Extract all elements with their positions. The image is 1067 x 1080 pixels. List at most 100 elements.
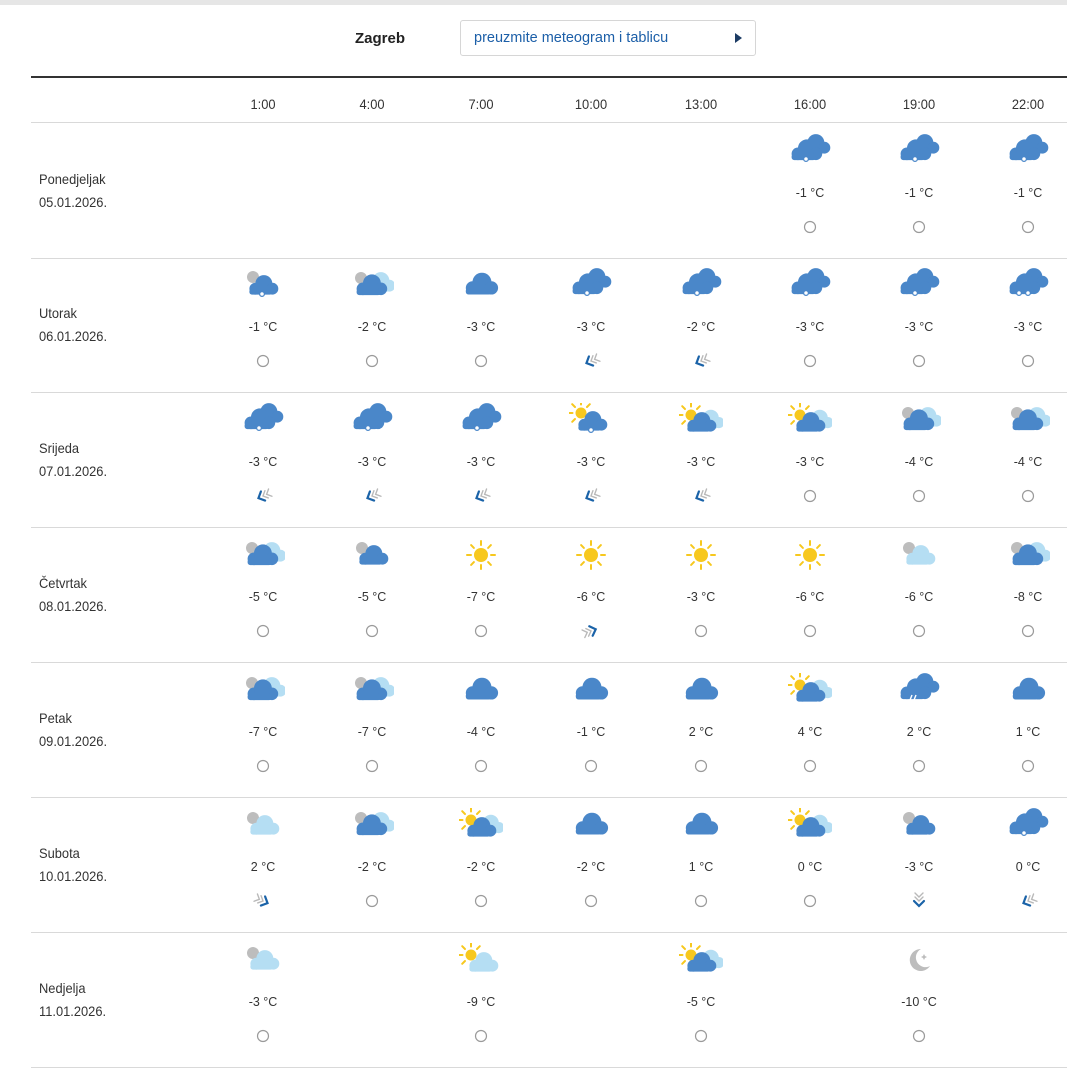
forecast-cell[interactable]: -7 °C (223, 673, 303, 793)
temperature: -1 °C (904, 186, 934, 200)
forecast-cell[interactable]: -3 °C (441, 268, 521, 388)
calm-icon (253, 621, 273, 641)
sun-partly-cloudy-icon (788, 403, 832, 437)
wind-sw-icon (253, 486, 273, 506)
snow-cloud-icon (241, 403, 285, 437)
heavy-snow-cloud-icon (1006, 268, 1050, 302)
calm-icon (1018, 217, 1038, 237)
forecast-cell[interactable]: -2 °C (332, 268, 412, 388)
forecast-cell[interactable]: -3 °C (879, 268, 959, 388)
forecast-cell[interactable]: -1 °C (770, 134, 850, 254)
forecast-cell[interactable]: -2 °C (551, 808, 631, 928)
night-partly-cloudy-icon (350, 808, 394, 842)
forecast-cell[interactable]: -3 °C (223, 403, 303, 523)
temperature: -3 °C (686, 590, 716, 604)
temperature: -3 °C (1013, 320, 1043, 334)
day-label: Subota 10.01.2026. (39, 842, 107, 888)
calm-icon (253, 756, 273, 776)
forecast-cell[interactable]: -1 °C (223, 268, 303, 388)
forecast-cell[interactable]: -2 °C (661, 268, 741, 388)
temperature: -2 °C (686, 320, 716, 334)
forecast-cell[interactable]: -7 °C (441, 538, 521, 658)
forecast-cell[interactable]: 1 °C (661, 808, 741, 928)
forecast-cell[interactable]: -3 °C (223, 943, 303, 1063)
day-label: Četvrtak 08.01.2026. (39, 572, 107, 618)
temperature: -3 °C (686, 455, 716, 469)
forecast-cell[interactable]: -3 °C (661, 403, 741, 523)
forecast-cell[interactable]: -2 °C (332, 808, 412, 928)
forecast-cell[interactable]: -3 °C (879, 808, 959, 928)
temperature: -5 °C (248, 590, 278, 604)
calm-icon (909, 1026, 929, 1046)
forecast-cell[interactable]: -6 °C (770, 538, 850, 658)
wind-sw-icon (471, 486, 491, 506)
rain-cloud-icon (897, 673, 941, 707)
snow-cloud-icon (788, 134, 832, 168)
calm-icon (691, 1026, 711, 1046)
snow-cloud-icon (1006, 134, 1050, 168)
forecast-cell[interactable]: -1 °C (551, 673, 631, 793)
forecast-cell[interactable]: -7 °C (332, 673, 412, 793)
day-row: Četvrtak 08.01.2026. -5 °C -5 °C -7 °C -6 °… (0, 528, 1067, 663)
download-meteogram-label: preuzmite meteogram i tablicu (474, 30, 669, 46)
hour-label: 22:00 (1011, 96, 1045, 112)
forecast-cell[interactable]: -3 °C (770, 403, 850, 523)
calm-icon (800, 217, 820, 237)
temperature: -7 °C (357, 725, 387, 739)
calm-icon (800, 351, 820, 371)
temperature: 2 °C (906, 725, 932, 739)
forecast-cell[interactable]: 1 °C (988, 673, 1067, 793)
temperature: -3 °C (904, 860, 934, 874)
forecast-cell[interactable]: -2 °C (441, 808, 521, 928)
day-row: Ponedjeljak 05.01.2026. -1 °C -1 °C -1 °C (0, 124, 1067, 259)
temperature: -1 °C (795, 186, 825, 200)
forecast-cell[interactable]: -6 °C (551, 538, 631, 658)
forecast-cell[interactable]: -10 °C (879, 943, 959, 1063)
temperature: -1 °C (576, 725, 606, 739)
hour-label: 1:00 (250, 96, 276, 112)
wind-ne-icon (581, 621, 601, 641)
forecast-cell[interactable]: 2 °C (879, 673, 959, 793)
forecast-cell[interactable]: -3 °C (661, 538, 741, 658)
temperature: -2 °C (576, 860, 606, 874)
download-meteogram-button[interactable]: preuzmite meteogram i tablicu (460, 20, 756, 56)
temperature: 0 °C (797, 860, 823, 874)
forecast-cell[interactable]: -3 °C (441, 403, 521, 523)
temperature: -1 °C (248, 320, 278, 334)
play-arrow-icon (735, 33, 742, 43)
forecast-cell[interactable]: -3 °C (770, 268, 850, 388)
calm-icon (800, 756, 820, 776)
forecast-cell[interactable]: 0 °C (988, 808, 1067, 928)
forecast-cell[interactable]: -8 °C (988, 538, 1067, 658)
forecast-cell[interactable]: -5 °C (223, 538, 303, 658)
calm-icon (1018, 621, 1038, 641)
forecast-cell[interactable]: 2 °C (223, 808, 303, 928)
calm-icon (909, 217, 929, 237)
forecast-cell[interactable]: 2 °C (661, 673, 741, 793)
forecast-cell[interactable]: -3 °C (988, 268, 1067, 388)
calm-icon (581, 891, 601, 911)
day-row: Srijeda 07.01.2026. -3 °C -3 °C -3 °C -3… (0, 393, 1067, 528)
temperature: 4 °C (797, 725, 823, 739)
forecast-cell[interactable]: -6 °C (879, 538, 959, 658)
temperature: -3 °C (357, 455, 387, 469)
forecast-cell[interactable]: -9 °C (441, 943, 521, 1063)
snow-cloud-icon (350, 403, 394, 437)
forecast-cell[interactable]: 0 °C (770, 808, 850, 928)
forecast-cell[interactable]: -1 °C (988, 134, 1067, 254)
day-label: Srijeda 07.01.2026. (39, 437, 107, 483)
forecast-cell[interactable]: 4 °C (770, 673, 850, 793)
forecast-cell[interactable]: -4 °C (988, 403, 1067, 523)
forecast-cell[interactable]: -5 °C (661, 943, 741, 1063)
forecast-cell[interactable]: -3 °C (551, 268, 631, 388)
forecast-cell[interactable]: -1 °C (879, 134, 959, 254)
forecast-cell[interactable]: -4 °C (441, 673, 521, 793)
temperature: -10 °C (901, 995, 937, 1009)
forecast-cell[interactable]: -3 °C (551, 403, 631, 523)
night-partly-cloudy-icon (241, 538, 285, 572)
forecast-cell[interactable]: -4 °C (879, 403, 959, 523)
temperature: -7 °C (248, 725, 278, 739)
forecast-cell[interactable]: -5 °C (332, 538, 412, 658)
forecast-cell[interactable]: -3 °C (332, 403, 412, 523)
night-cloud-icon (897, 808, 941, 842)
